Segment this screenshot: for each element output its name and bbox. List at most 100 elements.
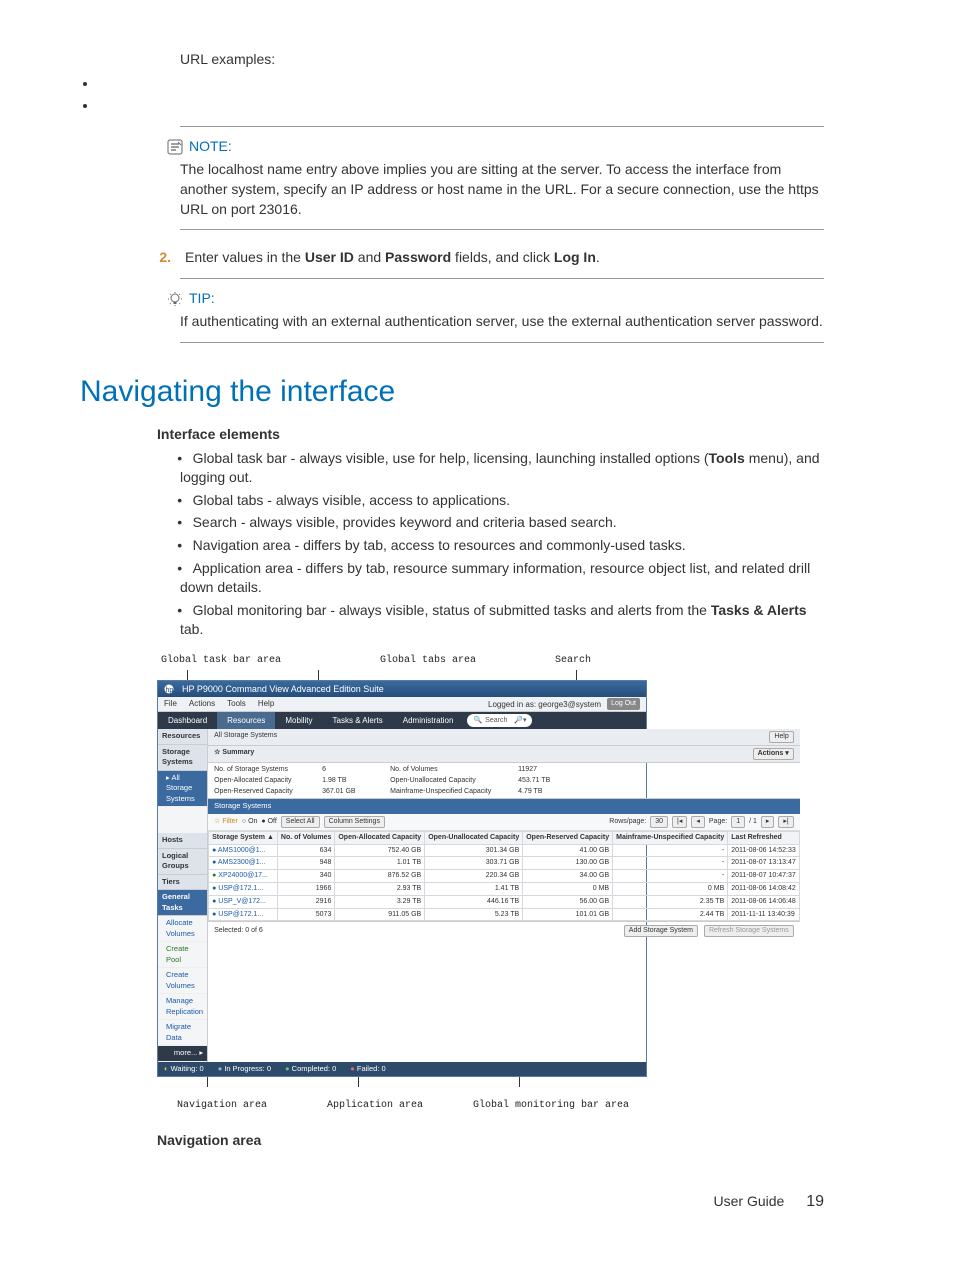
table-header[interactable]: No. of Volumes — [277, 831, 334, 844]
help-button[interactable]: Help — [769, 731, 793, 743]
interface-elements-heading: Interface elements — [157, 425, 824, 445]
rule — [180, 342, 824, 343]
url-example-1 — [98, 74, 824, 94]
fig-label-monitoring: Global monitoring bar area — [473, 1099, 629, 1113]
sidebar-heading-tiers[interactable]: Tiers — [158, 875, 207, 891]
add-storage-button[interactable]: Add Storage System — [624, 925, 698, 937]
status-failed[interactable]: Failed: 0 — [350, 1064, 385, 1075]
table-header[interactable]: Storage System ▲ — [209, 831, 278, 844]
page-first[interactable]: |◂ — [672, 816, 687, 828]
table-row[interactable]: XP24000@17...340876.52 GB220.34 GB34.00 … — [209, 870, 800, 883]
note-label: NOTE: — [189, 137, 232, 157]
page-next[interactable]: ▸ — [761, 816, 775, 828]
sidebar-task-allocate[interactable]: Allocate Volumes — [158, 916, 207, 942]
table-row[interactable]: AMS2300@1...9481.01 TB303.71 GB130.00 GB… — [209, 857, 800, 870]
tab-administration[interactable]: Administration — [393, 712, 464, 729]
menu-tools[interactable]: Tools — [227, 698, 246, 710]
table-header[interactable]: Open-Allocated Capacity — [335, 831, 425, 844]
filter-button[interactable]: ☆ Filter — [214, 817, 238, 827]
table-row[interactable]: USP@172.1...5073911.05 GB5.23 TB101.01 G… — [209, 908, 800, 921]
sidebar-more[interactable]: more... ▸ — [158, 1046, 207, 1062]
url-examples-list — [80, 74, 824, 116]
storage-systems-heading: Storage Systems — [208, 799, 800, 814]
search-input[interactable]: 🔍 Search 🔎▾ — [467, 714, 532, 727]
page-footer: User Guide 19 — [80, 1191, 824, 1213]
rule — [180, 126, 824, 127]
rule — [180, 278, 824, 279]
filter-off[interactable]: ● Off — [261, 817, 276, 827]
column-settings-button[interactable]: Column Settings — [324, 816, 385, 828]
navigation-area: Resources Storage Systems ▸ All Storage … — [158, 729, 208, 1062]
table-header[interactable]: Open-Unallocated Capacity — [425, 831, 523, 844]
step-text: Enter values in the User ID and Password… — [185, 248, 600, 268]
page-last[interactable]: ▸| — [778, 816, 793, 828]
sidebar-heading-storage: Storage Systems — [158, 745, 207, 771]
footer-label: User Guide — [714, 1193, 785, 1209]
filter-on[interactable]: ○ On — [242, 817, 258, 827]
table-row[interactable]: USP_V@172...29163.29 TB446.16 TB56.00 GB… — [209, 895, 800, 908]
tab-resources[interactable]: Resources — [217, 712, 275, 729]
selected-label: Selected: 0 of 6 — [214, 926, 263, 936]
refresh-storage-button[interactable]: Refresh Storage Systems — [704, 925, 794, 937]
tab-dashboard[interactable]: Dashboard — [158, 712, 217, 729]
summary-grid: No. of Storage Systems6No. of Volumes119… — [208, 763, 800, 799]
page-label: Page: — [709, 817, 727, 827]
section-heading: Navigating the interface — [80, 371, 824, 413]
storage-table: Storage System ▲No. of VolumesOpen-Alloc… — [208, 831, 800, 922]
sidebar-heading-logical-groups[interactable]: Logical Groups — [158, 849, 207, 875]
rows-value[interactable]: 30 — [650, 816, 668, 828]
table-row[interactable]: USP@172.1...19662.93 TB1.41 TB0 MB0 MB20… — [209, 882, 800, 895]
logout-button[interactable]: Log Out — [607, 698, 640, 710]
sidebar-task-migrate[interactable]: Migrate Data — [158, 1020, 207, 1046]
navigation-area-heading: Navigation area — [157, 1131, 824, 1151]
app-menubar: File Actions Tools Help Logged in as: ge… — [158, 697, 646, 712]
page-prev[interactable]: ◂ — [691, 816, 705, 828]
sidebar-task-create-pool[interactable]: Create Pool — [158, 942, 207, 968]
iface-item: Navigation area - differs by tab, access… — [180, 536, 824, 556]
fig-label-tabs: Global tabs area — [380, 654, 476, 668]
table-header[interactable]: Open-Reserved Capacity — [523, 831, 613, 844]
table-row[interactable]: AMS1000@1...634752.40 GB301.34 GB41.00 G… — [209, 844, 800, 857]
global-tabs: Dashboard Resources Mobility Tasks & Ale… — [158, 712, 646, 729]
interface-elements-list: Global task bar - always visible, use fo… — [180, 449, 824, 640]
breadcrumb: All Storage Systems — [214, 731, 277, 743]
sidebar-task-create-volumes[interactable]: Create Volumes — [158, 968, 207, 994]
table-header[interactable]: Last Refreshed — [728, 831, 799, 844]
rows-label: Rows/page: — [609, 817, 646, 827]
step-number: 2. — [157, 248, 171, 268]
tip-label: TIP: — [189, 289, 215, 309]
iface-item: Global monitoring bar - always visible, … — [180, 601, 824, 640]
rule — [180, 229, 824, 230]
status-waiting[interactable]: Waiting: 0 — [164, 1064, 204, 1075]
menu-file[interactable]: File — [164, 698, 177, 710]
status-progress[interactable]: In Progress: 0 — [218, 1064, 271, 1075]
fig-label-app: Application area — [327, 1099, 423, 1113]
sidebar-task-manage-replication[interactable]: Manage Replication — [158, 994, 207, 1020]
sidebar-heading-hosts[interactable]: Hosts — [158, 833, 207, 849]
status-completed[interactable]: Completed: 0 — [285, 1064, 336, 1075]
url-examples-label: URL examples: — [180, 50, 824, 70]
fig-label-search: Search — [555, 654, 591, 668]
tab-tasks-alerts[interactable]: Tasks & Alerts — [323, 712, 393, 729]
iface-item: Application area - differs by tab, resou… — [180, 559, 824, 598]
sidebar-heading-resources: Resources — [158, 729, 207, 745]
select-all-button[interactable]: Select All — [281, 816, 320, 828]
logged-in-label: Logged in as: george3@system — [488, 699, 601, 710]
menu-help[interactable]: Help — [258, 698, 274, 710]
step-2: 2. Enter values in the User ID and Passw… — [157, 248, 824, 268]
menu-actions[interactable]: Actions — [189, 698, 215, 710]
tab-mobility[interactable]: Mobility — [275, 712, 322, 729]
hp-logo-icon: hp — [164, 684, 176, 694]
tip-icon — [167, 291, 183, 307]
fig-label-taskbar: Global task bar area — [161, 654, 281, 668]
actions-button[interactable]: Actions ▾ — [753, 748, 794, 760]
global-monitoring-bar: Waiting: 0 In Progress: 0 Completed: 0 F… — [158, 1062, 646, 1077]
interface-figure: Global task bar area Global tabs area Se… — [157, 654, 647, 1114]
sidebar-item-all-storage[interactable]: ▸ All Storage Systems — [158, 771, 207, 808]
page-value[interactable]: 1 — [731, 816, 745, 828]
svg-text:hp: hp — [166, 687, 174, 694]
footer-page: 19 — [806, 1191, 824, 1213]
sidebar-heading-general-tasks: General Tasks — [158, 890, 207, 916]
app-window: hp HP P9000 Command View Advanced Editio… — [157, 680, 647, 1078]
table-header[interactable]: Mainframe-Unspecified Capacity — [613, 831, 728, 844]
